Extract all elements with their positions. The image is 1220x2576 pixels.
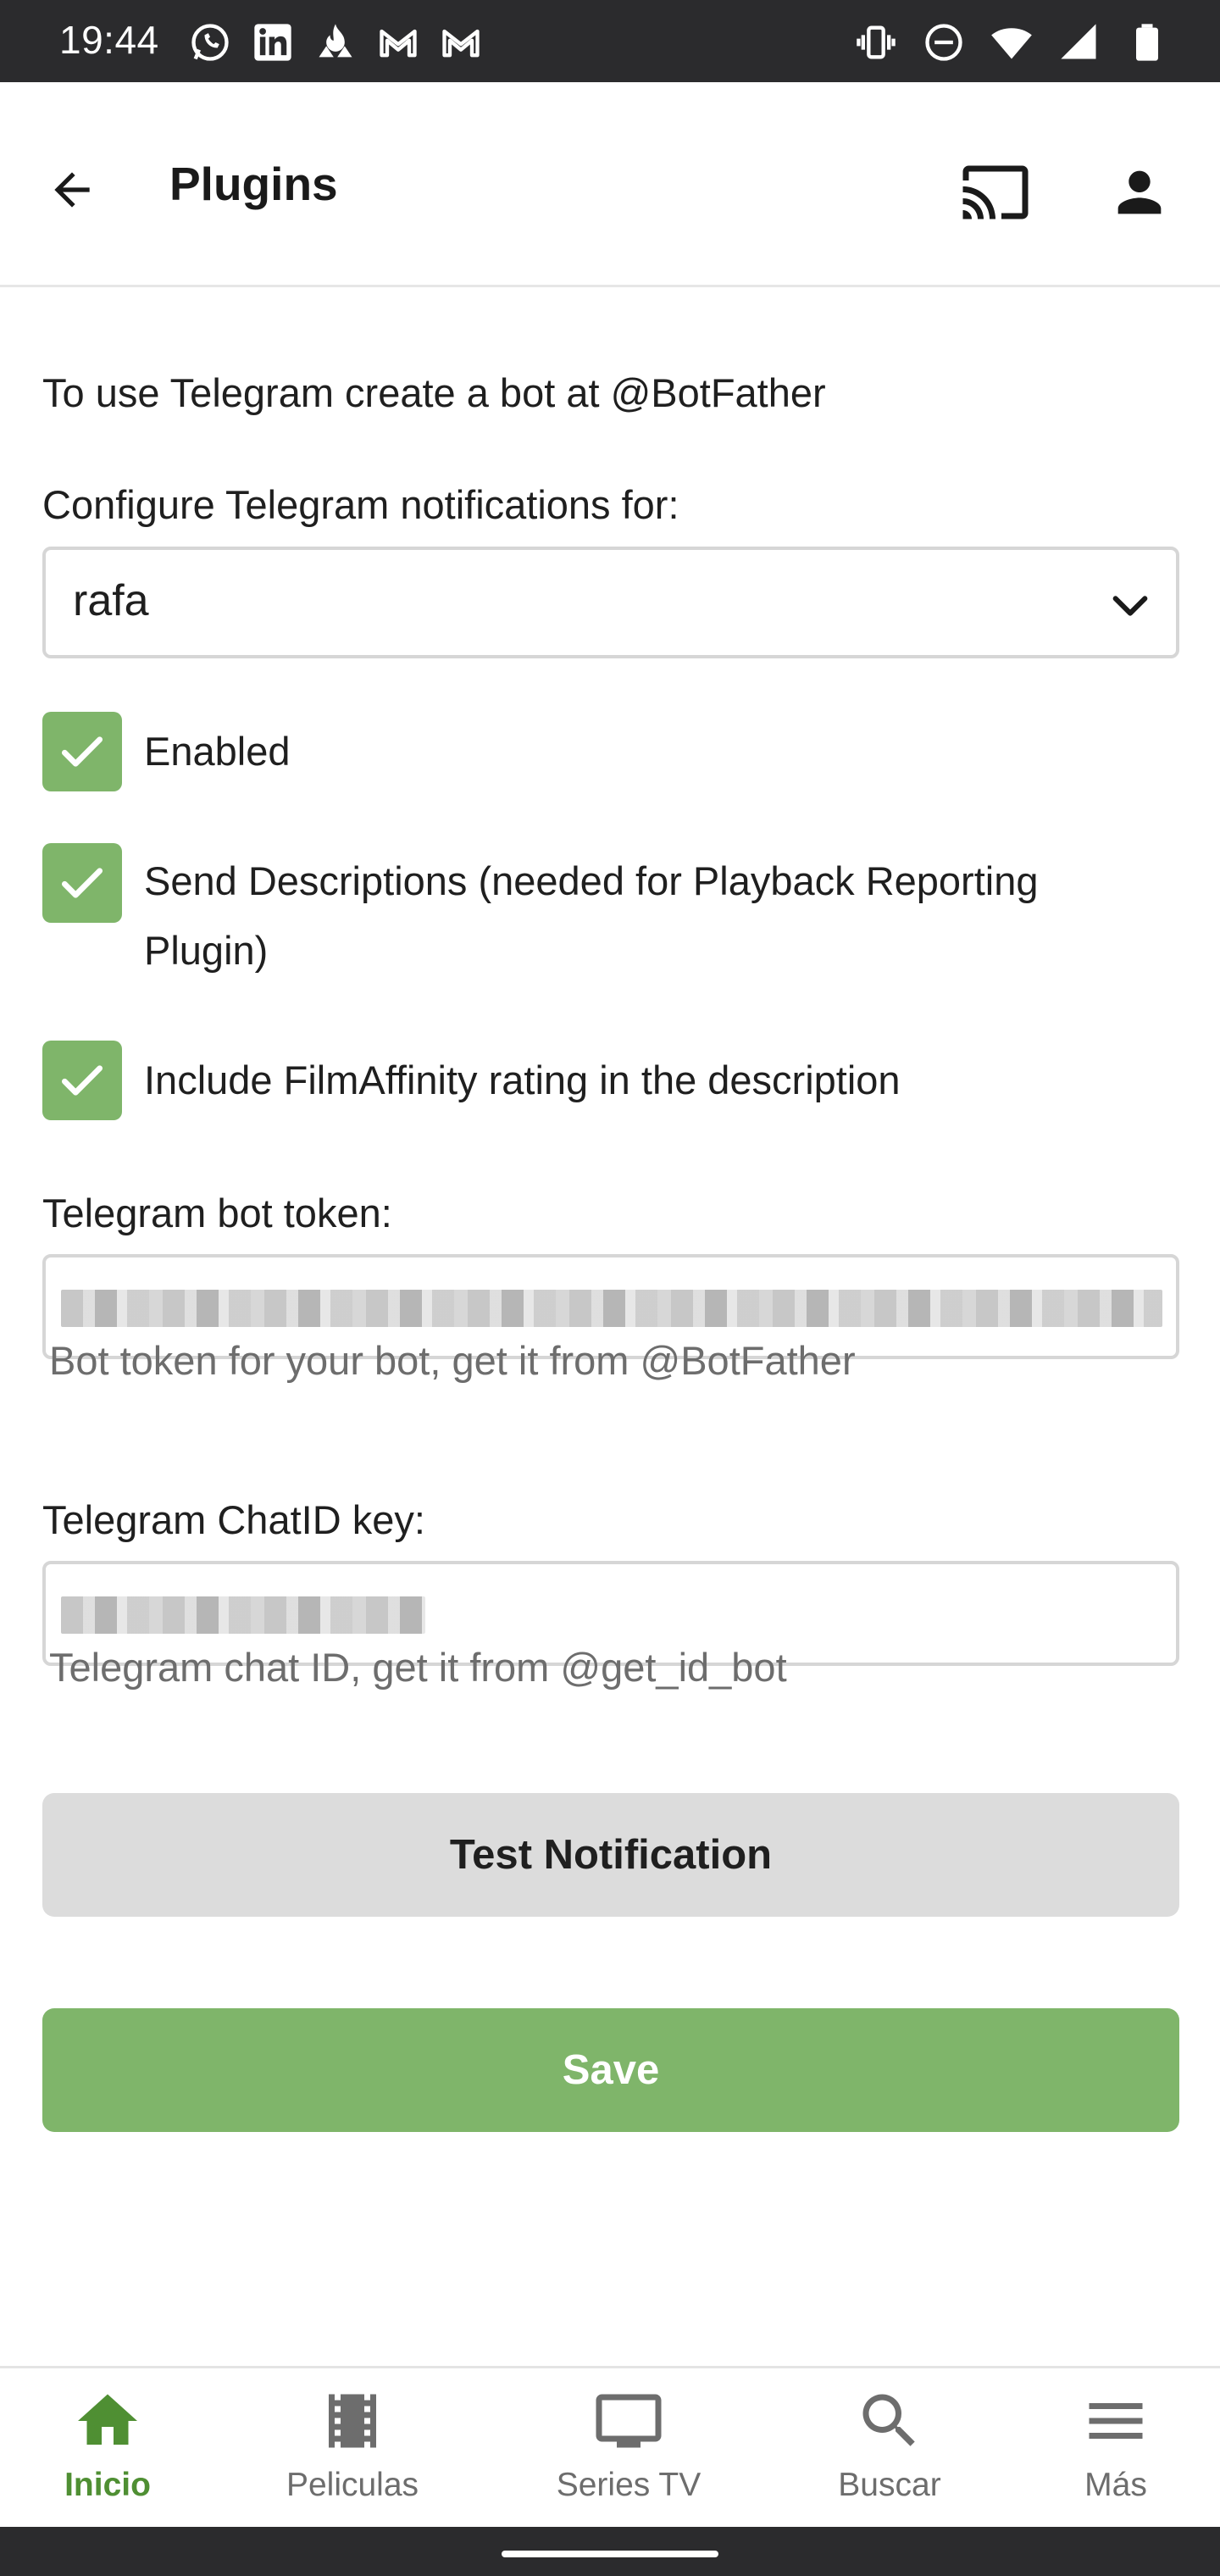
fire-icon (319, 24, 352, 58)
nav-label-inicio: Inicio (64, 2467, 151, 2503)
test-notification-button[interactable]: Test Notification (42, 1793, 1179, 1917)
filmaffinity-label: Include FilmAffinity rating in the descr… (144, 1058, 901, 1102)
nav-label-peliculas: Peliculas (286, 2467, 419, 2503)
nav-label-series-tv: Series TV (556, 2467, 702, 2503)
bot-token-label: Telegram bot token: (42, 1191, 392, 1235)
cast-button[interactable] (953, 150, 1038, 235)
intro-text: To use Telegram create a bot at @BotFath… (42, 370, 826, 415)
send-descriptions-row[interactable]: Send Descriptions (needed for Playback R… (42, 843, 1179, 996)
cast-icon (962, 165, 1029, 219)
send-descriptions-checkbox[interactable] (42, 843, 122, 923)
nav-label-mas: Más (1084, 2467, 1147, 2503)
vibrate-icon (857, 25, 896, 59)
nav-item-buscar[interactable]: Buscar (796, 2385, 983, 2521)
nav-label-buscar: Buscar (838, 2467, 941, 2503)
home-gesture-handle[interactable] (502, 2551, 718, 2557)
system-icons (854, 20, 1169, 64)
nav-item-peliculas[interactable]: Peliculas (259, 2385, 446, 2521)
user-select-value: rafa (73, 576, 149, 625)
check-icon (61, 868, 103, 898)
filmaffinity-row[interactable]: Include FilmAffinity rating in the descr… (42, 1041, 1179, 1120)
page-title: Plugins (169, 158, 338, 210)
enabled-checkbox[interactable] (42, 712, 122, 791)
chat-id-help: Telegram chat ID, get it from @get_id_bo… (49, 1645, 787, 1690)
signal-icon (1061, 24, 1096, 59)
configure-label: Configure Telegram notifications for: (42, 482, 679, 527)
status-bar: 19:44 (0, 0, 1220, 82)
nav-item-inicio[interactable]: Inicio (14, 2385, 201, 2521)
save-button[interactable]: Save (42, 2008, 1179, 2132)
menu-icon (1089, 2403, 1143, 2439)
wifi-icon (991, 28, 1032, 59)
back-button[interactable] (34, 152, 110, 228)
tv-icon (596, 2394, 662, 2448)
gesture-navigation-bar (0, 2527, 1220, 2576)
bot-token-value-redacted (61, 1290, 1162, 1327)
check-icon (61, 1065, 103, 1096)
nav-item-series-tv[interactable]: Series TV (535, 2385, 722, 2521)
home-icon (78, 2394, 137, 2445)
film-icon (329, 2394, 376, 2448)
check-icon (61, 736, 103, 767)
chat-id-label: Telegram ChatID key: (42, 1497, 425, 1542)
enabled-label: Enabled (144, 729, 291, 774)
nav-item-mas[interactable]: Más (1023, 2385, 1209, 2521)
user-select[interactable]: rafa (42, 547, 1179, 658)
filmaffinity-checkbox[interactable] (42, 1041, 122, 1120)
battery-icon (1136, 24, 1158, 61)
search-icon (862, 2394, 915, 2446)
gmail-icon (380, 29, 417, 58)
arrow-left-icon (54, 172, 90, 208)
enabled-row[interactable]: Enabled (42, 712, 1179, 791)
status-time: 19:44 (59, 18, 159, 62)
gmail-icon (442, 29, 480, 58)
do-not-disturb-icon (925, 24, 962, 61)
send-descriptions-label: Send Descriptions (needed for Playback R… (144, 858, 1039, 973)
user-button[interactable] (1097, 150, 1182, 235)
notification-icons (188, 20, 483, 64)
bottom-navigation: Inicio Peliculas Series TV Buscar Más (0, 2366, 1220, 2527)
person-icon (1117, 170, 1162, 214)
linkedin-icon (254, 24, 291, 61)
chat-id-value-redacted (61, 1596, 425, 1634)
bot-token-help: Bot token for your bot, get it from @Bot… (49, 1338, 856, 1383)
app-header: Plugins (0, 82, 1220, 287)
whatsapp-icon (191, 24, 229, 61)
chevron-down-icon (1112, 596, 1148, 616)
